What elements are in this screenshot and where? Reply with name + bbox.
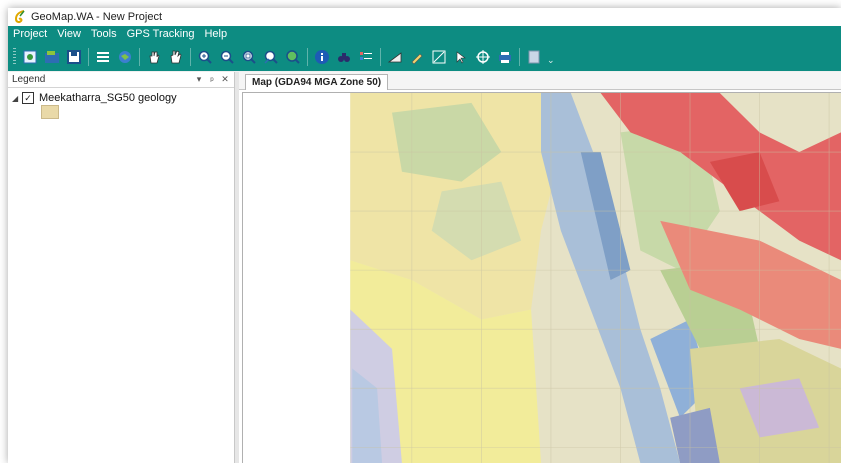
window-title: GeoMap.WA - New Project bbox=[31, 11, 163, 23]
pan-icon[interactable] bbox=[145, 48, 163, 66]
layer-visibility-checkbox[interactable]: ✓ bbox=[22, 92, 34, 104]
toolbar-overflow-icon[interactable]: ⌄ bbox=[547, 55, 555, 66]
zoom-extent-icon[interactable] bbox=[262, 48, 280, 66]
document-area: Map (GDA94 MGA Zone 50) bbox=[239, 72, 841, 463]
tab-map[interactable]: Map (GDA94 MGA Zone 50) bbox=[245, 74, 389, 90]
menu-tools[interactable]: Tools bbox=[86, 26, 122, 42]
zoom-box-icon[interactable] bbox=[240, 48, 258, 66]
print-icon[interactable] bbox=[496, 48, 514, 66]
toolbar-separator bbox=[139, 47, 140, 66]
legend-table-icon[interactable] bbox=[357, 48, 375, 66]
geology-map-canvas[interactable] bbox=[243, 93, 841, 463]
app-logo-icon bbox=[14, 10, 25, 24]
menu-project[interactable]: Project bbox=[8, 26, 52, 42]
expander-icon[interactable]: ◢ bbox=[12, 94, 22, 103]
legend-title: Legend bbox=[12, 74, 46, 85]
toolbar-separator bbox=[190, 47, 191, 66]
toolbar-separator bbox=[519, 47, 520, 66]
pin-icon[interactable]: ᵖ bbox=[207, 75, 217, 85]
main-toolbar: ⌄ bbox=[8, 42, 841, 71]
legend-header: Legend ▾ ᵖ ✕ bbox=[8, 72, 234, 88]
identify-icon[interactable] bbox=[313, 48, 331, 66]
pan-hand-icon[interactable] bbox=[167, 48, 185, 66]
measure-icon[interactable] bbox=[386, 48, 404, 66]
layer-properties-icon[interactable] bbox=[94, 48, 112, 66]
zoom-in-icon[interactable] bbox=[196, 48, 214, 66]
zoom-out-icon[interactable] bbox=[218, 48, 236, 66]
add-layer-icon[interactable] bbox=[116, 48, 134, 66]
panel-menu-icon[interactable]: ▾ bbox=[194, 74, 204, 85]
layer-row[interactable]: ◢ ✓ Meekatharra_SG50 geology bbox=[8, 92, 234, 104]
scale-icon[interactable] bbox=[430, 48, 448, 66]
menu-view[interactable]: View bbox=[52, 26, 86, 42]
open-project-icon[interactable] bbox=[43, 48, 61, 66]
toolbar-grip[interactable] bbox=[13, 47, 16, 66]
toolbar-separator bbox=[88, 47, 89, 66]
find-icon[interactable] bbox=[335, 48, 353, 66]
document-tab-strip: Map (GDA94 MGA Zone 50) bbox=[239, 72, 841, 90]
toolbar-separator bbox=[307, 47, 308, 66]
toolbar-separator bbox=[380, 47, 381, 66]
menu-help[interactable]: Help bbox=[199, 26, 232, 42]
menu-gps-tracking[interactable]: GPS Tracking bbox=[122, 26, 200, 42]
map-view[interactable] bbox=[242, 92, 841, 463]
zoom-full-icon[interactable] bbox=[284, 48, 302, 66]
save-icon[interactable] bbox=[65, 48, 83, 66]
close-icon[interactable]: ✕ bbox=[220, 74, 230, 85]
draw-tool-icon[interactable] bbox=[408, 48, 426, 66]
app-window: GeoMap.WA - New Project Project View Too… bbox=[8, 8, 841, 463]
title-bar: GeoMap.WA - New Project bbox=[8, 8, 841, 26]
gps-icon[interactable] bbox=[474, 48, 492, 66]
new-project-icon[interactable] bbox=[21, 48, 39, 66]
layer-label[interactable]: Meekatharra_SG50 geology bbox=[39, 92, 177, 104]
layer-symbol-swatch bbox=[41, 105, 59, 119]
legend-panel: Legend ▾ ᵖ ✕ ◢ ✓ Meekatharra_SG50 geolog… bbox=[8, 72, 235, 463]
coordinate-icon[interactable] bbox=[452, 48, 470, 66]
menu-bar: Project View Tools GPS Tracking Help bbox=[8, 26, 841, 42]
export-icon[interactable] bbox=[525, 48, 543, 66]
